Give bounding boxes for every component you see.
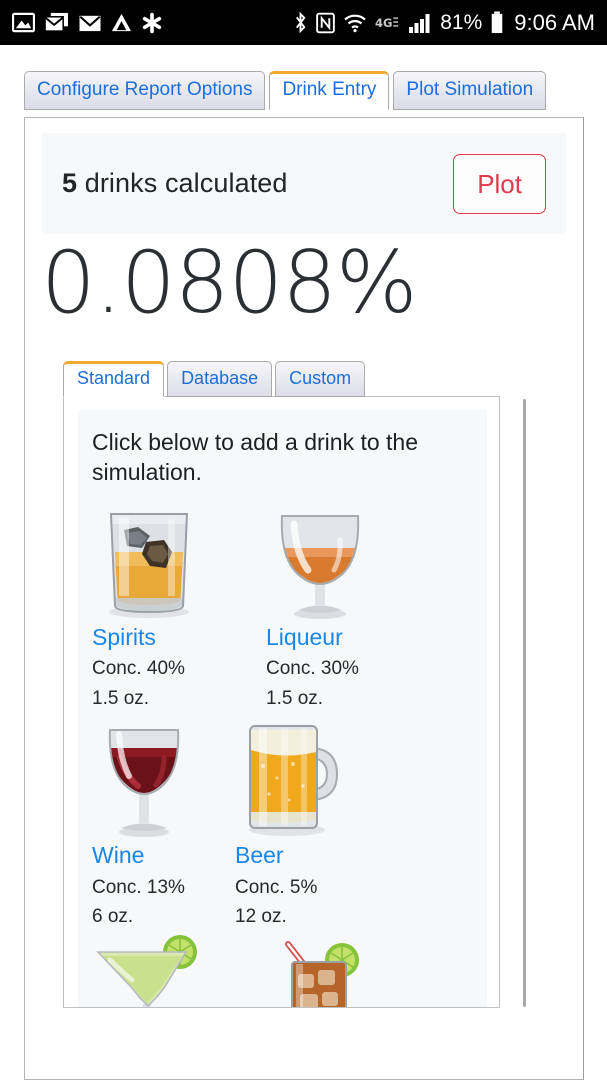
drink-panel-scrollbar[interactable] xyxy=(523,399,526,1007)
drinks-calculated-label: 5 drinks calculated xyxy=(62,168,288,199)
mail-stack-icon xyxy=(44,12,68,32)
page-right-border xyxy=(583,117,584,1080)
drinks-count-suffix: drinks calculated xyxy=(77,168,288,198)
drink-card-beer[interactable]: Beer Conc. 5% 12 oz. xyxy=(235,715,409,929)
beer-mug-icon[interactable] xyxy=(235,715,409,838)
drink-source-tab-bar: Standard Database Custom xyxy=(63,361,366,397)
drink-name[interactable]: Beer xyxy=(235,842,409,870)
tab-drink-entry[interactable]: Drink Entry xyxy=(269,71,390,110)
tab-label: Drink Entry xyxy=(282,79,377,100)
subtab-database[interactable]: Database xyxy=(167,361,273,397)
tab-label: Plot Simulation xyxy=(406,79,534,100)
subtab-label: Database xyxy=(181,368,259,388)
4g-icon: 4G xyxy=(375,15,399,29)
drink-card-wine[interactable]: Wine Conc. 13% 6 oz. xyxy=(92,715,235,929)
drinks-calculated-card: 5 drinks calculated Plot xyxy=(42,133,566,234)
plot-button[interactable]: Plot xyxy=(453,153,546,214)
photo-icon xyxy=(12,12,35,33)
margarita-glass-icon[interactable] xyxy=(92,933,266,1007)
bac-value: 0.0808% xyxy=(41,233,418,333)
bluetooth-icon xyxy=(296,11,306,34)
whiskey-glass-icon[interactable] xyxy=(92,497,266,620)
drink-name[interactable]: Spirits xyxy=(92,624,266,652)
subtab-custom[interactable]: Custom xyxy=(275,361,366,397)
battery-icon xyxy=(492,11,503,34)
nfc-icon xyxy=(316,12,336,33)
signal-bars-icon xyxy=(409,13,430,33)
clock-label: 9:06 AM xyxy=(514,9,595,35)
tab-configure-report-options[interactable]: Configure Report Options xyxy=(24,71,266,110)
tab-plot-simulation[interactable]: Plot Simulation xyxy=(393,71,547,110)
drink-grid: Spirits Conc. 40% 1.5 oz. Liqueur Conc. … xyxy=(92,497,473,1007)
status-left-icons xyxy=(12,12,163,34)
app-page: Configure Report Options Drink Entry Plo… xyxy=(0,45,607,1080)
drink-concentration: Conc. 13% xyxy=(92,876,185,898)
standard-drinks-panel: Click below to add a drink to the simula… xyxy=(63,396,500,1008)
mail-icon xyxy=(79,15,101,32)
battery-percent-label: 81% xyxy=(440,10,483,34)
drink-volume: 1.5 oz. xyxy=(266,688,324,710)
asterisk-icon xyxy=(142,12,162,33)
iced-cocktail-icon[interactable] xyxy=(266,933,440,1007)
drink-name[interactable]: Liqueur xyxy=(266,624,440,652)
drink-concentration: Conc. 40% xyxy=(92,658,185,680)
drink-card-liqueur[interactable]: Liqueur Conc. 30% 1.5 oz. xyxy=(266,497,440,711)
drink-concentration: Conc. 30% xyxy=(266,658,359,680)
wine-glass-icon[interactable] xyxy=(92,715,235,838)
triangle-alert-icon xyxy=(111,13,132,32)
drink-name[interactable]: Wine xyxy=(92,842,235,870)
drinks-count: 5 xyxy=(62,168,78,198)
drink-card-mixes[interactable]: Mixes Conc. 10% 6 oz. xyxy=(92,933,266,1007)
snifter-glass-icon[interactable] xyxy=(266,497,440,620)
add-drink-hint: Click below to add a drink to the simula… xyxy=(92,429,419,485)
svg-text:4G: 4G xyxy=(375,15,392,29)
drink-volume: 12 oz. xyxy=(235,906,287,928)
subtab-label: Standard xyxy=(77,368,151,388)
subtab-standard[interactable]: Standard xyxy=(63,361,165,397)
drink-concentration: Conc. 5% xyxy=(235,876,318,898)
standard-drinks-inner: Click below to add a drink to the simula… xyxy=(78,410,487,1007)
drink-volume: 1.5 oz. xyxy=(92,688,150,710)
drink-card-spirits[interactable]: Spirits Conc. 40% 1.5 oz. xyxy=(92,497,266,711)
tab-label: Configure Report Options xyxy=(37,79,253,100)
wifi-icon xyxy=(344,14,366,32)
status-right-icons: 4G 81% 9:06 AM xyxy=(293,10,595,36)
main-tab-bar: Configure Report Options Drink Entry Plo… xyxy=(24,71,547,110)
android-status-bar: 4G 81% 9:06 AM xyxy=(0,0,607,45)
subtab-label: Custom xyxy=(289,368,352,388)
drink-card-partial[interactable] xyxy=(266,933,440,1007)
